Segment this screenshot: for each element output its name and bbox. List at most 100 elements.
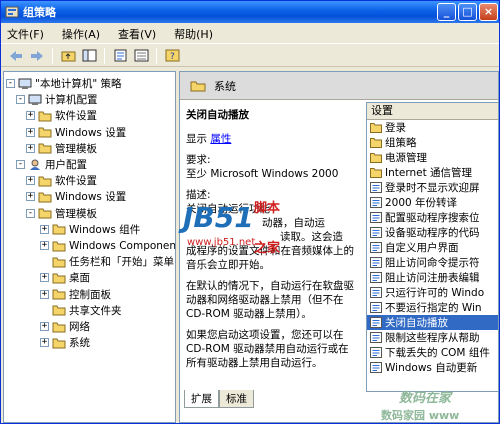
- tree-item[interactable]: - "本地计算机" 策略: [6, 76, 122, 91]
- settings-list-item[interactable]: 限制这些程序从帮助: [367, 330, 498, 345]
- tree-item[interactable]: + 控制面板: [40, 287, 111, 302]
- tree-item[interactable]: + Windows 设置: [26, 189, 126, 204]
- help-button[interactable]: ?: [163, 47, 181, 65]
- console-tree[interactable]: - "本地计算机" 策略 - 计算机配置 + 软件设置 + Windows 设置 + 管理模板 - 用…: [3, 71, 176, 423]
- expand-icon[interactable]: +: [40, 322, 49, 331]
- settings-list-item-label: Internet 通信管理: [385, 167, 473, 179]
- title-bar[interactable]: 组策略 _ □ ×: [1, 1, 499, 23]
- settings-list-item[interactable]: 不要运行指定的 Win: [367, 300, 498, 315]
- settings-list-item[interactable]: 自定义用户界面: [367, 240, 498, 255]
- tree-item-label: 软件设置: [55, 175, 97, 188]
- description-line: 动器，自动运: [262, 217, 325, 229]
- settings-list-item-label: 登录: [385, 122, 406, 134]
- description-label: 描述:: [186, 189, 211, 201]
- extended-description: 关闭自动播放 显示 属性 要求: 至少 Microsoft Windows 200…: [186, 108, 358, 377]
- tab-extended[interactable]: 扩展: [184, 390, 219, 408]
- tree-item[interactable]: + Windows 组件: [40, 222, 140, 237]
- display-properties-line: 显示 属性: [186, 132, 358, 146]
- folder-icon: [52, 241, 66, 251]
- expand-icon[interactable]: +: [40, 338, 49, 348]
- policy-setting-icon: [370, 347, 382, 358]
- tab-standard[interactable]: 标准: [219, 390, 254, 408]
- minimize-button[interactable]: _: [437, 3, 456, 21]
- folder-icon: [52, 305, 66, 316]
- settings-list-item[interactable]: 只运行许可的 Windo: [367, 285, 498, 300]
- tree-item-label: 控制面板: [69, 288, 111, 301]
- description-line: 读取。这会造: [280, 231, 343, 243]
- expand-icon[interactable]: +: [40, 273, 49, 283]
- export-list-button[interactable]: [132, 47, 150, 65]
- tree-item[interactable]: - 用户配置: [16, 157, 87, 172]
- forward-arrow-icon: [31, 50, 43, 61]
- settings-list-item[interactable]: Internet 通信管理: [367, 165, 498, 180]
- settings-list-item[interactable]: 阻止访问命令提示符: [367, 255, 498, 270]
- settings-list-item[interactable]: 登录时不显示欢迎屏: [367, 180, 498, 195]
- tree-item[interactable]: + 软件设置: [26, 173, 97, 188]
- tree-item[interactable]: + 软件设置: [26, 108, 97, 123]
- show-hide-tree-button[interactable]: [80, 47, 98, 65]
- tree-item-label: 网络: [69, 321, 90, 333]
- close-button[interactable]: ×: [479, 3, 498, 21]
- collapse-icon[interactable]: -: [26, 208, 35, 218]
- policy-setting-icon: [370, 257, 382, 268]
- menu-file[interactable]: 文件(F): [7, 26, 44, 42]
- requirements-block: 要求: 至少 Microsoft Windows 2000: [186, 153, 358, 181]
- expand-icon[interactable]: +: [26, 176, 35, 186]
- computer-icon: [18, 78, 32, 89]
- settings-list[interactable]: 设置 登录 组策略 电源管理 Internet 通信管理 登录时不显示欢迎屏 2000 年…: [366, 102, 498, 392]
- tree-item[interactable]: - 管理模板: [26, 206, 97, 221]
- settings-list-item[interactable]: 配置驱动程序搜索位: [367, 210, 498, 225]
- settings-list-item[interactable]: 下载丢失的 COM 组件: [367, 345, 498, 360]
- tree-item[interactable]: + Windows 设置: [26, 125, 126, 140]
- back-button[interactable]: [7, 47, 25, 65]
- expand-icon[interactable]: +: [26, 143, 35, 153]
- folder-icon: [370, 138, 382, 148]
- tree-item[interactable]: + 桌面: [40, 270, 90, 285]
- settings-list-item[interactable]: 2000 年份转译: [367, 195, 498, 210]
- view-tabs: 扩展 标准: [184, 390, 254, 408]
- settings-list-item[interactable]: Windows 自动更新: [367, 360, 498, 375]
- forward-button[interactable]: [28, 47, 46, 65]
- tree-item-label: 用户配置: [45, 159, 87, 171]
- settings-list-item[interactable]: 电源管理: [367, 150, 498, 165]
- settings-list-item-label: 不要运行指定的 Win: [385, 302, 482, 314]
- menu-help[interactable]: 帮助(H): [174, 26, 213, 42]
- folder-icon: [38, 192, 52, 203]
- settings-list-item[interactable]: 关闭自动播放: [367, 315, 498, 330]
- properties-link[interactable]: 属性: [210, 133, 231, 145]
- properties-button[interactable]: [111, 47, 129, 65]
- collapse-icon[interactable]: -: [6, 79, 15, 88]
- policy-setting-icon: [370, 317, 382, 328]
- expand-icon[interactable]: +: [26, 127, 35, 137]
- description-paragraph-3: 如果您启动这项设置，您还可以在 CD-ROM 驱动器禁用自动运行或在所有驱动器上…: [186, 329, 349, 369]
- settings-list-item[interactable]: 阻止访问注册表编辑: [367, 270, 498, 285]
- tree-item[interactable]: 任务栏和「开始」菜单: [40, 254, 174, 269]
- settings-list-item[interactable]: 设备驱动程序的代码: [367, 225, 498, 240]
- tree-item[interactable]: + 网络: [40, 319, 90, 334]
- menu-view[interactable]: 查看(V): [118, 26, 156, 42]
- expand-icon[interactable]: +: [40, 289, 49, 299]
- settings-column-header[interactable]: 设置: [367, 103, 498, 120]
- collapse-icon[interactable]: -: [16, 95, 25, 105]
- up-level-button[interactable]: [59, 47, 77, 65]
- expand-icon[interactable]: +: [40, 241, 49, 250]
- maximize-button[interactable]: □: [458, 3, 477, 21]
- tree-item[interactable]: + 系统: [40, 335, 90, 350]
- settings-list-item-label: 登录时不显示欢迎屏: [385, 182, 480, 194]
- expand-icon[interactable]: +: [26, 111, 35, 121]
- tree-item[interactable]: 共享文件夹: [40, 303, 122, 318]
- expand-icon[interactable]: +: [26, 192, 35, 202]
- tree-item[interactable]: + Windows Components: [40, 238, 175, 253]
- settings-list-item[interactable]: 登录: [367, 120, 498, 135]
- tree-item[interactable]: - 计算机配置: [16, 92, 98, 107]
- settings-list-item[interactable]: 组策略: [367, 135, 498, 150]
- collapse-icon[interactable]: -: [16, 160, 25, 169]
- expand-icon[interactable]: +: [40, 224, 49, 234]
- display-label: 显示: [186, 133, 207, 145]
- description-line: 关闭自动运行功能: [186, 203, 270, 215]
- menu-action[interactable]: 操作(A): [62, 26, 100, 42]
- tree-item-label: Windows 设置: [55, 191, 127, 204]
- tree-item[interactable]: + 管理模板: [26, 141, 97, 156]
- folder-icon: [52, 322, 66, 332]
- menu-bar: 文件(F) 操作(A) 查看(V) 帮助(H): [1, 24, 499, 44]
